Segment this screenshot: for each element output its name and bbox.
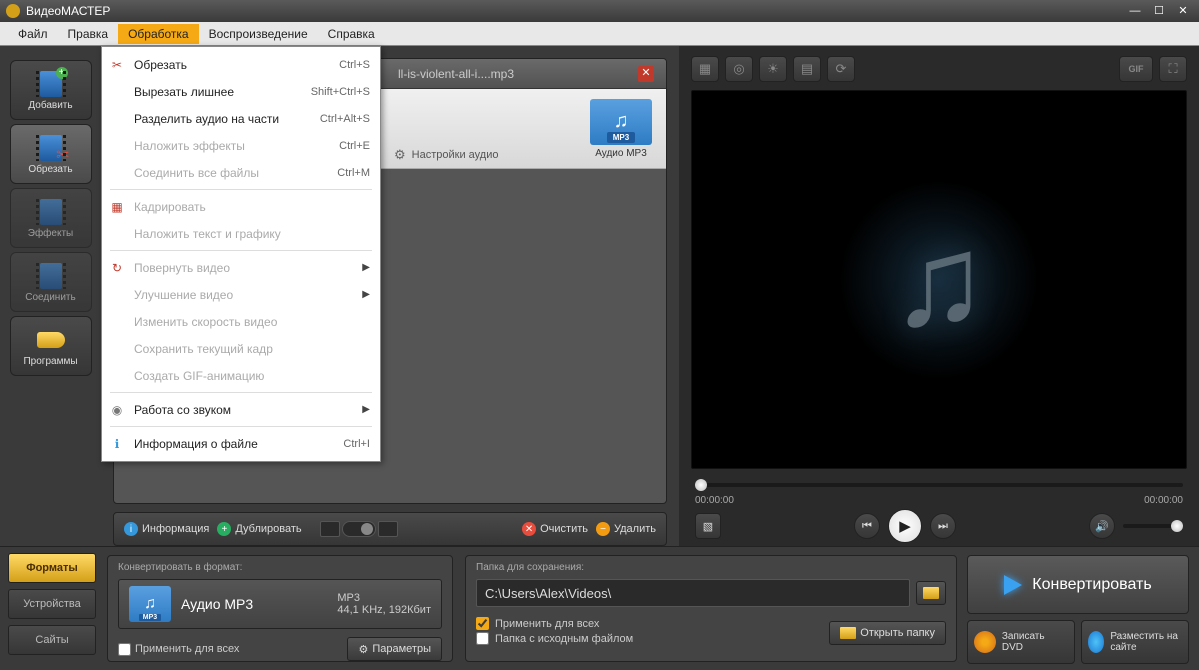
delete-button[interactable]: −Удалить [596,522,656,536]
format-name: Аудио MP3 [181,596,253,612]
sidebar-programs-label: Программы [23,356,77,367]
folder-icon [840,627,856,639]
duplicate-button[interactable]: +Дублировать [217,522,301,536]
process-dropdown: ✂ОбрезатьCtrl+SВырезать лишнееShift+Ctrl… [101,46,381,462]
browse-button[interactable] [916,581,946,605]
menu-item-Соединить все файлы: Соединить все файлыCtrl+M [102,159,380,186]
file-name: ll-is-violent-all-i....mp3 [398,67,514,81]
globe-icon [1088,631,1104,653]
menu-file[interactable]: Файл [8,24,58,44]
sidebar-programs[interactable]: Программы [10,316,92,376]
menu-item-Улучшение видео: Улучшение видео▶ [102,281,380,308]
sidebar: +Добавить ✂Обрезать Эффекты Соединить Пр… [0,46,101,546]
crop-icon[interactable]: ▦ [691,56,719,82]
source-folder-checkbox[interactable]: Папка с исходным файлом [476,632,633,645]
preview-screen: ♫ [691,90,1187,469]
sidebar-add[interactable]: +Добавить [10,60,92,120]
app-title: ВидеоМАСТЕР [26,4,110,18]
screenshot-button[interactable]: ▧ [695,513,721,539]
film-icon[interactable]: ▤ [793,56,821,82]
menu-item-Вырезать лишнее[interactable]: Вырезать лишнееShift+Ctrl+S [102,78,380,105]
view-toggle[interactable] [342,521,376,537]
clear-button[interactable]: ✕Очистить [522,522,588,536]
menu-item-Сохранить текущий кадр: Сохранить текущий кадр [102,335,380,362]
menu-item-Кадрировать: ▦Кадрировать [102,193,380,220]
convert-arrow-icon [1004,575,1022,595]
brightness-icon[interactable]: ☀ [759,56,787,82]
burn-dvd-button[interactable]: Записать DVD [967,620,1075,664]
speed-icon[interactable]: ⟳ [827,56,855,82]
convert-button[interactable]: Конвертировать [967,555,1189,614]
play-button[interactable]: ▶ [888,509,922,543]
apply-all-format-checkbox[interactable]: Применить для всех [118,643,239,656]
seek-slider[interactable] [695,483,1183,487]
format-selector[interactable]: ♫MP3 Аудио MP3 MP3 44,1 KHz, 192Кбит [118,579,442,629]
minimize-button[interactable]: — [1125,4,1145,18]
maximize-button[interactable]: ☐ [1149,4,1169,18]
info-button[interactable]: iИнформация [124,522,209,536]
save-path-input[interactable] [476,579,910,607]
sidebar-effects-label: Эффекты [28,228,73,239]
tab-devices[interactable]: Устройства [8,589,96,619]
menu-item-Работа со звуком[interactable]: ◉Работа со звуком▶ [102,396,380,423]
params-button[interactable]: ⚙Параметры [347,637,442,661]
menu-item-Изменить скорость видео: Изменить скорость видео [102,308,380,335]
menu-item-Информация о файле[interactable]: ℹИнформация о файлеCtrl+I [102,430,380,457]
app-icon [6,4,20,18]
menu-item-Создать GIF-анимацию: Создать GIF-анимацию [102,362,380,389]
menu-item-Наложить эффекты: Наложить эффектыCtrl+E [102,132,380,159]
menu-item-Разделить аудио на части[interactable]: Разделить аудио на частиCtrl+Alt+S [102,105,380,132]
sidebar-join[interactable]: Соединить [10,252,92,312]
prev-button[interactable]: ⏮ [854,513,880,539]
menu-item-Наложить текст и графику: Наложить текст и графику [102,220,380,247]
menu-edit[interactable]: Правка [58,24,119,44]
volume-button[interactable]: 🔊 [1089,513,1115,539]
gear-icon: ⚙ [358,643,368,656]
apply-all-save-checkbox[interactable]: Применить для всех [476,617,633,630]
snapshot-icon[interactable]: ◎ [725,56,753,82]
volume-slider[interactable] [1123,524,1183,528]
menu-bar: Файл Правка Обработка Воспроизведение Сп… [0,22,1199,46]
file-thumbnail[interactable]: ♫MP3 [590,99,652,145]
music-note-icon: ♫ [890,205,988,355]
next-button[interactable]: ⏭ [930,513,956,539]
view-grid-icon[interactable] [378,521,398,537]
time-total: 00:00:00 [1144,495,1183,506]
sidebar-add-label: Добавить [28,100,72,111]
menu-item-Повернуть видео: ↻Повернуть видео▶ [102,254,380,281]
publish-button[interactable]: Разместить на сайте [1081,620,1189,664]
close-button[interactable]: ✕ [1173,4,1193,18]
view-list-icon[interactable] [320,521,340,537]
folder-icon [923,587,939,599]
menu-help[interactable]: Справка [318,24,385,44]
format-panel-title: Конвертировать в формат: [118,562,442,573]
sidebar-cut[interactable]: ✂Обрезать [10,124,92,184]
gear-icon: ⚙ [394,147,406,163]
tab-formats[interactable]: Форматы [8,553,96,583]
sidebar-join-label: Соединить [25,292,75,303]
menu-playback[interactable]: Воспроизведение [199,24,318,44]
gif-button[interactable]: GIF [1119,56,1153,82]
save-panel-title: Папка для сохранения: [476,562,946,573]
file-format-label: Аудио MP3 [590,148,652,159]
fullscreen-icon[interactable]: ⛶ [1159,56,1187,82]
open-folder-button[interactable]: Открыть папку [829,621,946,645]
sidebar-effects[interactable]: Эффекты [10,188,92,248]
sidebar-cut-label: Обрезать [28,164,72,175]
file-close-button[interactable]: ✕ [638,66,654,82]
menu-item-Обрезать[interactable]: ✂ОбрезатьCtrl+S [102,51,380,78]
disc-icon [974,631,996,653]
audio-settings-link[interactable]: Настройки аудио [412,149,499,161]
time-current: 00:00:00 [695,495,734,506]
tab-sites[interactable]: Сайты [8,625,96,655]
menu-process[interactable]: Обработка [118,24,199,44]
